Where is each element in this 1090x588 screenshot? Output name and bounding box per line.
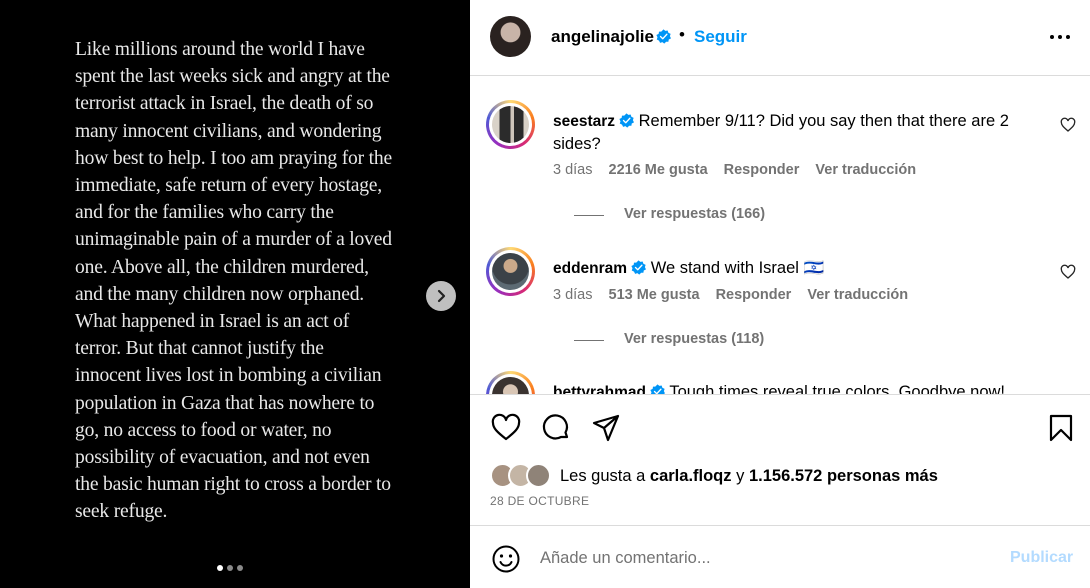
add-comment-bar: Publicar bbox=[470, 525, 1090, 588]
replies-divider bbox=[574, 340, 604, 341]
likes-conjunction: y bbox=[736, 466, 745, 485]
more-options-icon[interactable] bbox=[1048, 27, 1072, 47]
publish-button[interactable]: Publicar bbox=[1010, 549, 1073, 567]
comment-icon[interactable] bbox=[541, 413, 571, 443]
comment-input[interactable] bbox=[540, 546, 990, 570]
post-quote-text: Like millions around the world I have sp… bbox=[75, 39, 393, 523]
commenter-avatar[interactable] bbox=[486, 371, 535, 394]
carousel-dot bbox=[217, 565, 223, 571]
author-username[interactable]: angelinajolie bbox=[551, 27, 654, 47]
author-avatar[interactable] bbox=[490, 16, 531, 57]
comment-time[interactable]: 3 días bbox=[553, 162, 593, 178]
comment-username[interactable]: bettyrahmad bbox=[553, 384, 646, 394]
action-bar bbox=[470, 394, 1090, 442]
view-replies-button[interactable]: Ver respuestas (166) bbox=[624, 206, 765, 222]
comments-list[interactable]: seestarz Remember 9/11? Did you say then… bbox=[470, 77, 1090, 394]
commenter-avatar[interactable] bbox=[486, 247, 535, 296]
comment-time[interactable]: 3 días bbox=[553, 287, 593, 303]
comment-likes[interactable]: 513 Me gusta bbox=[609, 287, 700, 303]
post-header: angelinajolie • Seguir bbox=[470, 0, 1090, 76]
post-date[interactable]: 28 DE OCTUBRE bbox=[490, 494, 589, 508]
comment-username[interactable]: seestarz bbox=[553, 113, 615, 130]
comment-text: seestarz Remember 9/11? Did you say then… bbox=[553, 110, 1043, 155]
comment-username[interactable]: eddenram bbox=[553, 260, 627, 277]
comment-body: Tough times reveal true colors. Goodbye … bbox=[669, 383, 1005, 394]
carousel-next-button[interactable] bbox=[426, 281, 456, 311]
comment-body: We stand with Israel 🇮🇱 bbox=[650, 259, 825, 277]
liker-avatar bbox=[526, 463, 551, 488]
header-separator: • bbox=[679, 25, 685, 44]
smiley-icon[interactable] bbox=[491, 544, 521, 574]
carousel-dots bbox=[217, 565, 243, 571]
carousel-dot bbox=[227, 565, 233, 571]
chevron-right-icon bbox=[437, 289, 446, 303]
likes-count[interactable]: 1.156.572 personas más bbox=[749, 467, 938, 485]
liker-username[interactable]: carla.floqz bbox=[650, 467, 732, 485]
post-image: Like millions around the world I have sp… bbox=[0, 0, 470, 588]
comment-likes[interactable]: 2216 Me gusta bbox=[609, 162, 708, 178]
verified-badge-icon bbox=[656, 29, 671, 44]
post-panel: angelinajolie • Seguir seestarz Remember… bbox=[470, 0, 1090, 588]
heart-icon[interactable] bbox=[1060, 264, 1076, 280]
likes-prefix: Les gusta a bbox=[560, 466, 646, 485]
comment-text: eddenram We stand with Israel 🇮🇱 bbox=[553, 257, 1043, 280]
paper-plane-icon[interactable] bbox=[591, 413, 621, 443]
replies-divider bbox=[574, 215, 604, 216]
commenter-avatar[interactable] bbox=[486, 100, 535, 149]
translate-button[interactable]: Ver traducción bbox=[815, 162, 916, 178]
verified-badge-icon bbox=[650, 384, 666, 394]
verified-badge-icon bbox=[619, 113, 635, 128]
comment-meta: 3 días 513 Me gusta Responder Ver traduc… bbox=[553, 287, 908, 303]
comment-text: bettyrahmad Tough times reveal true colo… bbox=[553, 381, 1043, 394]
heart-icon[interactable] bbox=[491, 413, 521, 443]
carousel-dot bbox=[237, 565, 243, 571]
follow-button[interactable]: Seguir bbox=[694, 27, 747, 47]
comment-meta: 3 días 2216 Me gusta Responder Ver tradu… bbox=[553, 162, 916, 178]
reply-button[interactable]: Responder bbox=[724, 162, 800, 178]
likes-text: Les gusta a carla.floqz y 1.156.572 pers… bbox=[560, 467, 938, 486]
reply-button[interactable]: Responder bbox=[716, 287, 792, 303]
heart-icon[interactable] bbox=[1060, 117, 1076, 133]
translate-button[interactable]: Ver traducción bbox=[807, 287, 908, 303]
verified-badge-icon bbox=[631, 260, 647, 275]
view-replies-button[interactable]: Ver respuestas (118) bbox=[624, 331, 764, 347]
likes-summary: Les gusta a carla.floqz y 1.156.572 pers… bbox=[490, 463, 938, 489]
liker-avatars bbox=[490, 463, 552, 489]
bookmark-icon[interactable] bbox=[1046, 413, 1076, 443]
